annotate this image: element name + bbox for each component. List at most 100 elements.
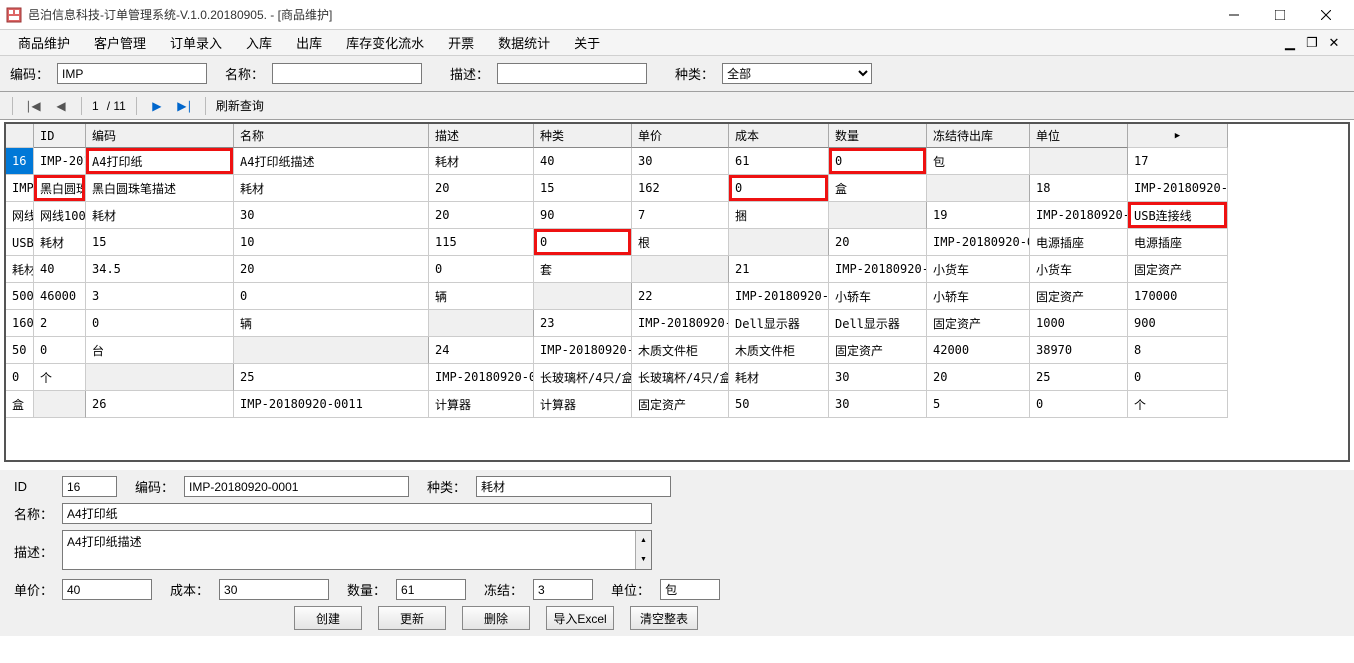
mdi-minimize-icon[interactable]: ▁ — [1280, 33, 1300, 53]
cell-cost[interactable]: 20 — [429, 202, 534, 229]
col-header[interactable]: 名称 — [234, 124, 429, 148]
cell-unit[interactable]: 盒 — [829, 175, 927, 202]
cell-cost[interactable]: 30 — [632, 148, 729, 175]
cell-kind[interactable]: 固定资产 — [1128, 256, 1228, 283]
cell-frozen[interactable]: 0 — [429, 256, 534, 283]
cell-name[interactable]: 计算器 — [429, 391, 534, 418]
cell-code[interactable]: IMP-20180920-0001 — [34, 148, 86, 175]
col-header[interactable]: 编码 — [86, 124, 234, 148]
cell-id[interactable]: 21 — [729, 256, 829, 283]
cell-frozen[interactable]: 0 — [6, 364, 34, 391]
menu-order[interactable]: 订单录入 — [158, 30, 234, 55]
cell-cost[interactable]: 38970 — [1030, 337, 1128, 364]
col-header[interactable]: 描述 — [429, 124, 534, 148]
cell-desc[interactable]: Dell显示器 — [829, 310, 927, 337]
row-header[interactable] — [729, 229, 829, 256]
cell-kind[interactable]: 耗材 — [234, 175, 429, 202]
cell-id[interactable]: 18 — [1030, 175, 1128, 202]
cell-kind[interactable]: 固定资产 — [632, 391, 729, 418]
cell-name[interactable]: 小货车 — [927, 256, 1030, 283]
spin-up-icon[interactable]: ▲ — [635, 531, 651, 550]
menu-invoice[interactable]: 开票 — [436, 30, 486, 55]
cell-desc[interactable]: 小轿车 — [927, 283, 1030, 310]
cell-qty[interactable]: 162 — [632, 175, 729, 202]
cell-id[interactable]: 23 — [534, 310, 632, 337]
cell-name[interactable]: A4打印纸 — [86, 148, 234, 175]
cell-desc[interactable]: 黑白圆珠笔描述 — [86, 175, 234, 202]
cell-name[interactable]: 网线100米/捆 — [6, 202, 34, 229]
cell-kind[interactable]: 固定资产 — [927, 310, 1030, 337]
cell-id[interactable]: 26 — [86, 391, 234, 418]
cell-desc[interactable]: 电源插座 — [1128, 229, 1228, 256]
cell-cost[interactable]: 10 — [234, 229, 429, 256]
row-header[interactable] — [1030, 148, 1128, 175]
menu-in[interactable]: 入库 — [234, 30, 284, 55]
pager-prev-icon[interactable]: ◀ — [51, 96, 71, 116]
cell-code[interactable]: IMP-20180920-0005 — [927, 229, 1030, 256]
cell-price[interactable]: 50000 — [6, 283, 34, 310]
mdi-close-icon[interactable]: ✕ — [1324, 33, 1344, 53]
cell-frozen[interactable]: 0 — [86, 310, 234, 337]
cell-name[interactable]: 黑白圆珠笔 — [34, 175, 86, 202]
clear-table-button[interactable]: 清空整表 — [630, 606, 698, 630]
cell-price[interactable]: 15 — [86, 229, 234, 256]
cell-cost[interactable]: 160000 — [6, 310, 34, 337]
edit-desc-input[interactable] — [62, 530, 652, 570]
cell-kind[interactable]: 耗材 — [34, 229, 86, 256]
cell-name[interactable]: 长玻璃杯/4只/盒 — [534, 364, 632, 391]
cell-desc[interactable]: USB连接线 — [6, 229, 34, 256]
cell-unit[interactable]: 台 — [86, 337, 234, 364]
cell-cost[interactable]: 15 — [534, 175, 632, 202]
cell-qty[interactable]: 8 — [1128, 337, 1228, 364]
col-header[interactable]: 成本 — [729, 124, 829, 148]
row-header[interactable] — [1128, 124, 1228, 148]
cell-kind[interactable]: 耗材 — [6, 256, 34, 283]
cell-code[interactable]: IMP-20180920-0008 — [632, 310, 729, 337]
edit-frozen-input[interactable] — [533, 579, 593, 600]
row-header[interactable] — [927, 175, 1030, 202]
cell-id[interactable]: 16 — [6, 148, 34, 175]
update-button[interactable]: 更新 — [378, 606, 446, 630]
cell-code[interactable]: IMP-20180920-0003 — [1128, 175, 1228, 202]
edit-kind-input[interactable] — [476, 476, 671, 497]
cell-qty[interactable]: 61 — [729, 148, 829, 175]
cell-name[interactable]: USB连接线 — [1128, 202, 1228, 229]
cell-frozen[interactable]: 0 — [829, 148, 927, 175]
cell-qty[interactable]: 90 — [534, 202, 632, 229]
filter-code-input[interactable] — [57, 63, 207, 84]
cell-desc[interactable]: 木质文件柜 — [729, 337, 829, 364]
cell-qty[interactable]: 115 — [429, 229, 534, 256]
cell-id[interactable]: 20 — [829, 229, 927, 256]
cell-desc[interactable]: A4打印纸描述 — [234, 148, 429, 175]
menu-out[interactable]: 出库 — [284, 30, 334, 55]
cell-kind[interactable]: 耗材 — [729, 364, 829, 391]
cell-price[interactable]: 1000 — [1030, 310, 1128, 337]
edit-name-input[interactable] — [62, 503, 652, 524]
edit-id-input[interactable] — [62, 476, 117, 497]
minimize-button[interactable] — [1212, 1, 1256, 29]
cell-unit[interactable]: 根 — [632, 229, 729, 256]
menu-about[interactable]: 关于 — [562, 30, 612, 55]
pager-last-icon[interactable]: ▶∣ — [175, 96, 195, 116]
cell-price[interactable]: 30 — [234, 202, 429, 229]
menu-customer[interactable]: 客户管理 — [82, 30, 158, 55]
cell-code[interactable]: IMP-20180920-0006 — [829, 256, 927, 283]
cell-name[interactable]: 木质文件柜 — [632, 337, 729, 364]
menu-stats[interactable]: 数据统计 — [486, 30, 562, 55]
cell-price[interactable]: 170000 — [1128, 283, 1228, 310]
cell-frozen[interactable]: 0 — [534, 229, 632, 256]
filter-name-input[interactable] — [272, 63, 422, 84]
cell-desc[interactable]: 网线100米/捆 — [34, 202, 86, 229]
pager-refresh[interactable]: 刷新查询 — [216, 97, 264, 114]
cell-name[interactable]: 小轿车 — [829, 283, 927, 310]
cell-code[interactable]: IMP-20180920-0004 — [1030, 202, 1128, 229]
cell-unit[interactable]: 个 — [34, 364, 86, 391]
cell-frozen[interactable]: 0 — [1030, 391, 1128, 418]
cell-unit[interactable]: 包 — [927, 148, 1030, 175]
cell-price[interactable]: 30 — [829, 364, 927, 391]
cell-frozen[interactable]: 0 — [234, 283, 429, 310]
edit-code-input[interactable] — [184, 476, 409, 497]
cell-cost[interactable]: 34.5 — [86, 256, 234, 283]
cell-cost[interactable]: 30 — [829, 391, 927, 418]
create-button[interactable]: 创建 — [294, 606, 362, 630]
